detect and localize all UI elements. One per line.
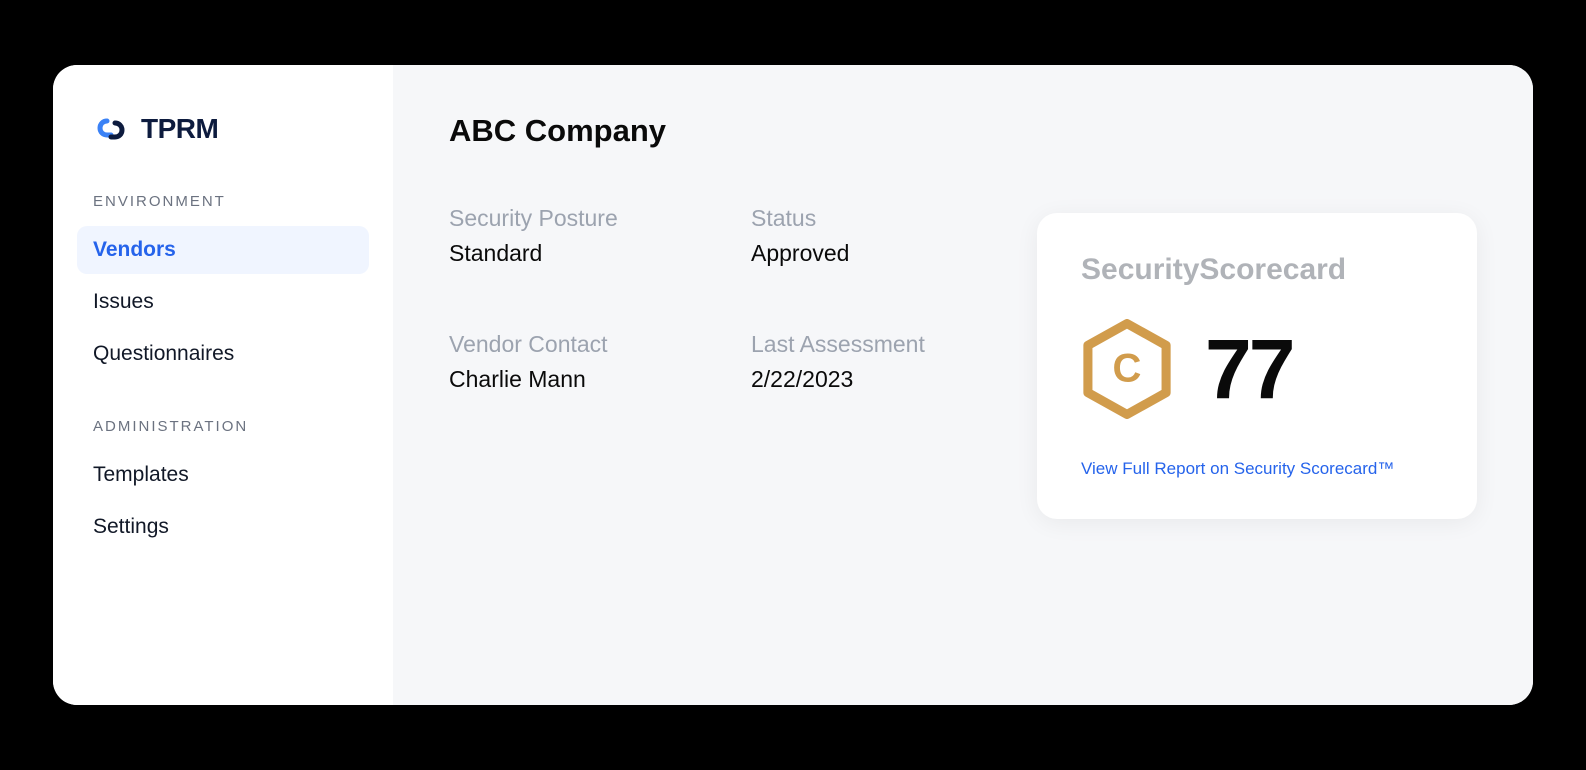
main-content-area: ABC Company Security Posture Standard St… [393, 65, 1533, 705]
sidebar-item-questionnaires[interactable]: Questionnaires [77, 330, 369, 378]
info-status: Status Approved [751, 205, 981, 267]
nav-section-header: ADMINISTRATION [77, 418, 369, 451]
nav-section-administration: ADMINISTRATION Templates Settings [77, 418, 369, 551]
page-title: ABC Company [449, 113, 981, 149]
sidebar-item-issues[interactable]: Issues [77, 278, 369, 326]
info-last-assessment: Last Assessment 2/22/2023 [751, 331, 981, 393]
info-value: 2/22/2023 [751, 366, 981, 393]
info-grid: Security Posture Standard Status Approve… [449, 205, 981, 393]
info-vendor-contact: Vendor Contact Charlie Mann [449, 331, 679, 393]
grade-letter: C [1113, 347, 1142, 392]
app-window: TPRM ENVIRONMENT Vendors Issues Question… [53, 65, 1533, 705]
info-label: Last Assessment [751, 331, 981, 358]
brand-logo: TPRM [77, 113, 369, 193]
sidebar-item-templates[interactable]: Templates [77, 451, 369, 499]
score-number: 77 [1205, 327, 1292, 411]
info-security-posture: Security Posture Standard [449, 205, 679, 267]
info-label: Vendor Contact [449, 331, 679, 358]
score-display: C 77 [1081, 319, 1433, 419]
link-icon [93, 115, 129, 143]
scorecard-title: SecurityScorecard [1081, 253, 1433, 287]
info-label: Security Posture [449, 205, 679, 232]
info-value: Standard [449, 240, 679, 267]
info-value: Charlie Mann [449, 366, 679, 393]
vendor-details: ABC Company Security Posture Standard St… [449, 113, 981, 657]
sidebar-item-settings[interactable]: Settings [77, 503, 369, 551]
sidebar-item-vendors[interactable]: Vendors [77, 226, 369, 274]
info-value: Approved [751, 240, 981, 267]
brand-name: TPRM [141, 113, 218, 145]
nav-section-environment: ENVIRONMENT Vendors Issues Questionnaire… [77, 193, 369, 378]
nav-section-header: ENVIRONMENT [77, 193, 369, 226]
view-full-report-link[interactable]: View Full Report on Security Scorecard™ [1081, 459, 1433, 479]
hexagon-badge-icon: C [1081, 319, 1173, 419]
security-scorecard-widget: SecurityScorecard C 77 View Full Report … [1037, 213, 1477, 519]
info-label: Status [751, 205, 981, 232]
sidebar: TPRM ENVIRONMENT Vendors Issues Question… [53, 65, 393, 705]
